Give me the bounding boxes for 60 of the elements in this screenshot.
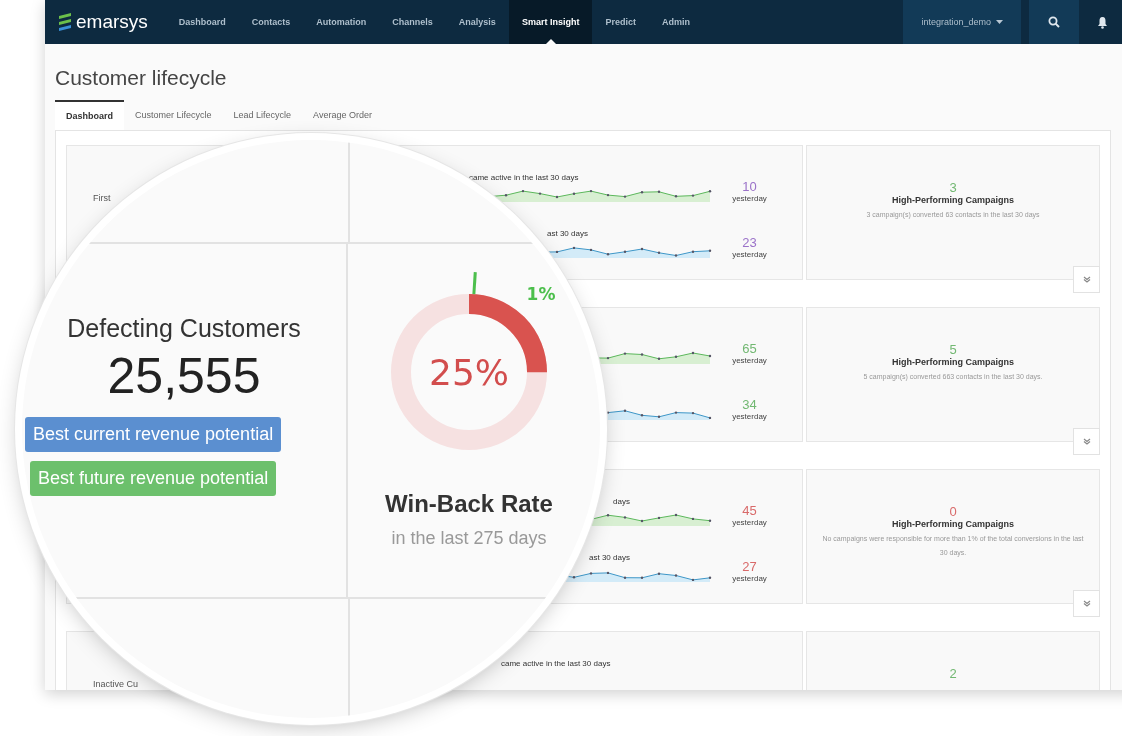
nav-item[interactable]: Smart Insight xyxy=(508,0,593,44)
campaign-title: High-Performing Campaigns xyxy=(892,357,1014,367)
campaign-count: 0 xyxy=(949,504,957,519)
chevron-down-icon xyxy=(1082,276,1091,283)
expand-button[interactable] xyxy=(1073,428,1100,455)
tab[interactable]: Average Order xyxy=(302,100,383,130)
metric-note: yesterday xyxy=(732,249,767,259)
metric-value: 27 xyxy=(742,558,757,574)
win-back-percent: 25% xyxy=(429,352,509,393)
search-icon xyxy=(1048,16,1060,28)
expand-button[interactable] xyxy=(1073,590,1100,617)
nav-item[interactable]: Contacts xyxy=(238,0,304,44)
campaign-count: 3 xyxy=(949,180,957,195)
win-back-period: in the last 275 days xyxy=(391,528,547,549)
user-menu[interactable]: integration_demo xyxy=(903,0,1021,44)
metric-title: came active in the last 30 days xyxy=(501,659,611,668)
nav-item[interactable]: Channels xyxy=(379,0,446,44)
tab[interactable]: Customer Lifecycle xyxy=(124,100,223,130)
expand-button[interactable] xyxy=(1073,266,1100,293)
campaign-title: High-Performing Campaigns xyxy=(892,519,1014,529)
campaign-count: 5 xyxy=(949,342,957,357)
tab[interactable]: Dashboard xyxy=(55,100,124,130)
chevron-down-icon xyxy=(1082,600,1091,607)
nav-item[interactable]: Automation xyxy=(303,0,380,44)
metric-note: yesterday xyxy=(732,193,767,203)
caret-icon xyxy=(996,19,1003,25)
metric-note: yesterday xyxy=(732,517,767,527)
metric-note: yesterday xyxy=(732,573,767,583)
metric-title: ast 30 days xyxy=(547,229,588,238)
campaign-count: 2 xyxy=(949,666,957,681)
metric-note: yesterday xyxy=(732,355,767,365)
metric-value: 34 xyxy=(742,396,757,412)
segment-name: Inactive Cu xyxy=(92,679,139,689)
metric-value: 10 xyxy=(742,178,757,194)
segment-count: 25,555 xyxy=(107,347,261,405)
segment-name: First xyxy=(92,193,111,203)
search-button[interactable] xyxy=(1029,0,1079,44)
segment-title: Defecting Customers xyxy=(67,314,301,343)
nav-item[interactable]: Analysis xyxy=(445,0,509,44)
marker-percent: 1% xyxy=(526,284,556,304)
chevron-down-icon xyxy=(1082,438,1091,445)
metric-note: yesterday xyxy=(732,411,767,421)
bell-icon xyxy=(1097,15,1108,29)
metric-title: ast 30 days xyxy=(589,553,630,562)
metric-title: days xyxy=(613,497,630,506)
segment-tag: Best future revenue potential xyxy=(30,461,277,496)
nav-item[interactable]: Admin xyxy=(648,0,703,44)
tab[interactable]: Lead Lifecycle xyxy=(222,100,303,130)
metric-value: 23 xyxy=(742,234,757,250)
campaign-title: High-Performing Campaigns xyxy=(892,195,1014,205)
logo-icon xyxy=(57,12,73,32)
metric-value: 65 xyxy=(742,340,757,356)
win-back-title: Win-Back Rate xyxy=(385,490,553,518)
segment-tag: Best current revenue potential xyxy=(25,417,282,452)
marker-tick xyxy=(472,272,477,295)
logo-text[interactable]: emarsys xyxy=(76,11,148,33)
metric-value: 45 xyxy=(742,502,757,518)
page-title: Customer lifecycle xyxy=(54,65,228,91)
nav-item[interactable]: Predict xyxy=(592,0,649,44)
nav-item[interactable]: Dashboard xyxy=(165,0,239,44)
